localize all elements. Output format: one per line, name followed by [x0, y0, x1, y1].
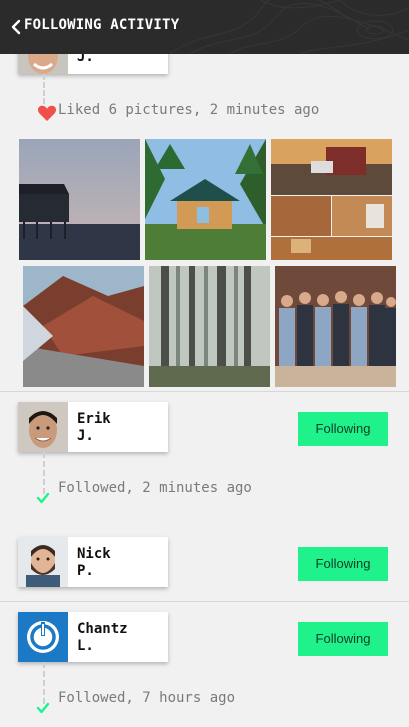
followed-activity-text: Followed, 7 hours ago — [58, 690, 236, 706]
timeline-connector — [43, 452, 45, 494]
user-card-chantz[interactable]: Chantz L. — [18, 612, 168, 662]
timeline-connector — [43, 662, 45, 704]
photo-tiny-house-collage[interactable] — [271, 139, 392, 260]
following-button[interactable]: Following — [298, 622, 388, 656]
user-card-nick[interactable]: Nick P. — [18, 537, 168, 587]
photo-misty-forest[interactable] — [149, 266, 270, 387]
user-card-erik[interactable]: Erik J. — [18, 402, 168, 452]
timeline-connector — [43, 74, 45, 104]
photo-stilt-house[interactable] — [19, 139, 140, 260]
back-chevron-icon[interactable] — [10, 18, 24, 36]
avatar — [18, 402, 68, 452]
user-last-name: J. — [77, 428, 94, 444]
followed-activity-text: Followed, 2 minutes ago — [58, 480, 252, 496]
divider — [0, 601, 409, 602]
page-title: FOLLOWING ACTIVITY — [24, 17, 180, 33]
liked-activity-text: Liked 6 pictures, 2 minutes ago — [58, 102, 320, 118]
heart-icon — [37, 105, 57, 121]
photo-wedding-group[interactable] — [275, 266, 396, 387]
user-first-name: Chantz — [77, 621, 128, 637]
user-first-name: Nick — [77, 546, 111, 562]
user-last-name: P. — [77, 563, 94, 579]
user-first-name: Erik — [77, 411, 111, 427]
following-button[interactable]: Following — [298, 412, 388, 446]
photo-forest-cabin[interactable] — [145, 139, 266, 260]
user-last-name: L. — [77, 638, 94, 654]
app-header: FOLLOWING ACTIVITY — [0, 0, 409, 54]
check-icon — [36, 702, 50, 714]
divider — [0, 391, 409, 392]
photo-rocky-coast[interactable] — [23, 266, 144, 387]
check-icon — [36, 492, 50, 504]
avatar — [18, 537, 68, 587]
avatar — [18, 612, 68, 662]
following-button[interactable]: Following — [298, 547, 388, 581]
